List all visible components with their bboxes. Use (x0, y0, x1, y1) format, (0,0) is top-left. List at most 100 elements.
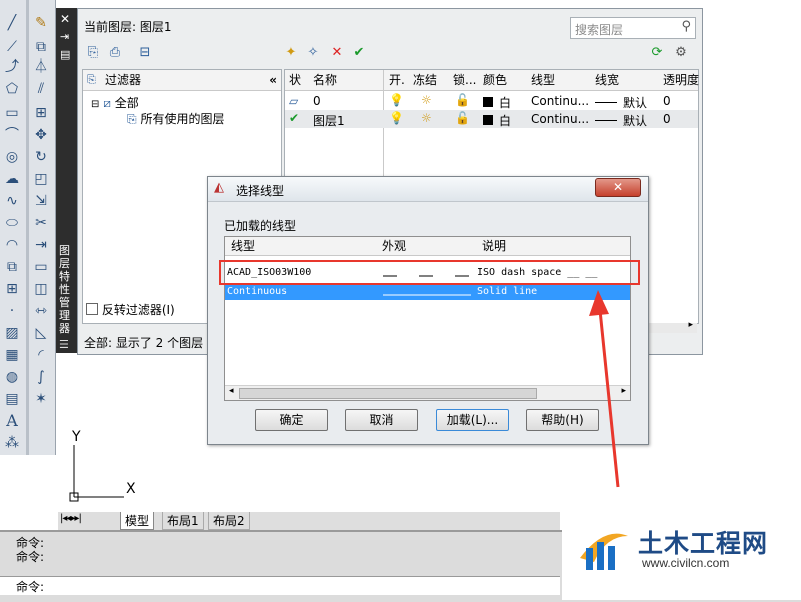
layer-states-icon[interactable]: ⊟ (136, 45, 154, 61)
new-property-filter-icon[interactable]: ⎘ (84, 45, 102, 61)
spline-icon[interactable]: ∿ (3, 192, 21, 210)
search-input[interactable]: 搜索图层 ⚲ (570, 17, 696, 39)
insert-block-icon[interactable]: ⧉ (3, 258, 21, 276)
lightbulb-icon[interactable]: 💡 (389, 111, 404, 125)
checkbox-box[interactable] (86, 303, 98, 315)
collapse-icon[interactable]: « (269, 70, 277, 90)
col-description[interactable]: 说明 (482, 237, 506, 255)
make-block-icon[interactable]: ⊞ (3, 280, 21, 298)
tab-nav-icon[interactable]: |◂◂▸▸| (60, 513, 82, 524)
gradient-icon[interactable]: ▦ (3, 346, 21, 364)
col-appearance[interactable]: 外观 (382, 237, 406, 255)
palette-side-strip[interactable]: ✕ ⇥ ▤ 图层特性管理器 ☰ (56, 8, 77, 353)
add-selected-icon[interactable]: ⁂ (3, 434, 21, 452)
invert-filter-checkbox[interactable]: 反转过滤器(I) (86, 301, 175, 318)
scale-icon[interactable]: ◰ (32, 170, 50, 188)
col-status[interactable]: 状 (289, 70, 301, 90)
app-icon: ◭ (214, 180, 224, 195)
polyline-icon[interactable]: ⤴ (3, 58, 21, 76)
col-lineweight[interactable]: 线宽 (595, 70, 619, 90)
layer-lineweight[interactable]: 默认 (623, 94, 647, 111)
close-button[interactable]: ✕ (595, 178, 641, 197)
col-name[interactable]: 名称 (313, 70, 337, 90)
col-lock[interactable]: 锁... (453, 70, 476, 90)
new-layer-icon[interactable]: ✦ (282, 45, 300, 61)
refresh-icon[interactable]: ⟳ (648, 45, 666, 61)
layer-transparency[interactable]: 0 (663, 94, 671, 108)
dialog-titlebar[interactable]: ◭ 选择线型 ✕ (208, 177, 648, 202)
col-color[interactable]: 颜色 (483, 70, 507, 90)
new-group-filter-icon[interactable]: ⎙ (106, 45, 124, 61)
tree-node-all[interactable]: ⊟ ⧄ 全部 (91, 94, 139, 111)
command-input[interactable]: 命令: (0, 576, 560, 595)
ellipse-arc-icon[interactable]: ◠ (3, 236, 21, 254)
mirror-icon[interactable]: ⏃ (32, 58, 50, 76)
new-vp-frozen-layer-icon[interactable]: ✧ (304, 45, 322, 61)
properties-icon[interactable]: ▤ (60, 48, 70, 61)
col-on[interactable]: 开. (389, 70, 405, 90)
table-row[interactable]: ▱ 0 💡 ☼ 🔓 白 Continu... 默认 0 (285, 92, 698, 110)
layer-lineweight[interactable]: 默认 (623, 112, 647, 129)
layer-linetype[interactable]: Continu... (531, 112, 589, 126)
tab-layout1[interactable]: 布局1 (162, 512, 204, 530)
table-icon[interactable]: ▤ (3, 390, 21, 408)
scroll-left-icon[interactable]: ◂ (229, 386, 234, 396)
unlock-icon[interactable]: 🔓 (455, 111, 470, 125)
scroll-thumb[interactable] (239, 388, 537, 399)
polygon-icon[interactable]: ⬠ (3, 80, 21, 98)
revcloud-icon[interactable]: ☁ (3, 170, 21, 188)
break-at-point-icon[interactable]: ▭ (32, 258, 50, 276)
tree-node-used[interactable]: ⎘ 所有使用的图层 (127, 110, 224, 127)
stretch-icon[interactable]: ⇲ (32, 192, 50, 210)
ellipse-icon[interactable]: ⬭ (3, 214, 21, 232)
line-icon[interactable]: ╱ (3, 14, 21, 32)
lightbulb-icon[interactable]: 💡 (389, 93, 404, 107)
color-swatch[interactable] (483, 97, 493, 107)
break-icon[interactable]: ◫ (32, 280, 50, 298)
layer-linetype[interactable]: Continu... (531, 94, 589, 108)
settings-icon[interactable]: ⚙ (672, 45, 690, 61)
chamfer-icon[interactable]: ◺ (32, 324, 50, 342)
color-swatch[interactable] (483, 115, 493, 125)
extend-icon[interactable]: ⇥ (32, 236, 50, 254)
fillet-icon[interactable]: ◜ (32, 346, 50, 364)
autohide-icon[interactable]: ⇥ (60, 30, 69, 43)
explode-icon[interactable]: ✶ (32, 390, 50, 408)
col-linetype[interactable]: 线型 (231, 237, 255, 255)
copy-icon[interactable]: ⧉ (32, 38, 50, 56)
arc-icon[interactable]: ⌒ (3, 126, 21, 144)
blend-curves-icon[interactable]: ∫ (32, 368, 50, 386)
col-transparency[interactable]: 透明度 (663, 70, 699, 90)
region-icon[interactable]: ◍ (3, 368, 21, 386)
sun-icon[interactable]: ☼ (421, 111, 432, 125)
hatch-icon[interactable]: ▨ (3, 324, 21, 342)
rotate-icon[interactable]: ↻ (32, 148, 50, 166)
col-linetype[interactable]: 线型 (531, 70, 555, 90)
tab-model[interactable]: 模型 (120, 512, 155, 530)
set-current-icon[interactable]: ✔ (350, 45, 368, 61)
ok-button[interactable]: 确定 (255, 409, 328, 431)
join-icon[interactable]: ⇿ (32, 302, 50, 320)
scroll-right-icon[interactable]: ▸ (688, 320, 693, 330)
offset-icon[interactable]: ⫽ (32, 80, 50, 98)
point-icon[interactable]: · (3, 302, 21, 320)
tab-layout2[interactable]: 布局2 (208, 512, 250, 530)
unlock-icon[interactable]: 🔓 (455, 93, 470, 107)
close-icon[interactable]: ✕ (60, 12, 70, 26)
rectangle-icon[interactable]: ▭ (3, 104, 21, 122)
delete-layer-icon[interactable]: ✕ (328, 45, 346, 61)
circle-icon[interactable]: ◎ (3, 148, 21, 166)
move-icon[interactable]: ✥ (32, 126, 50, 144)
col-freeze[interactable]: 冻结 (413, 70, 437, 90)
cancel-button[interactable]: 取消 (345, 409, 418, 431)
load-button[interactable]: 加载(L)... (436, 409, 509, 431)
erase-icon[interactable]: ✎ (32, 14, 50, 32)
table-row[interactable]: ✔ 图层1 💡 ☼ 🔓 白 Continu... 默认 0 (285, 110, 698, 128)
array-icon[interactable]: ⊞ (32, 104, 50, 122)
mtext-icon[interactable]: A (3, 412, 21, 430)
construction-line-icon[interactable]: ⟋ (3, 38, 21, 56)
sun-icon[interactable]: ☼ (421, 93, 432, 107)
tree-collapse-icon[interactable]: ⊟ (91, 99, 99, 110)
trim-icon[interactable]: ✂ (32, 214, 50, 232)
layer-transparency[interactable]: 0 (663, 112, 671, 126)
